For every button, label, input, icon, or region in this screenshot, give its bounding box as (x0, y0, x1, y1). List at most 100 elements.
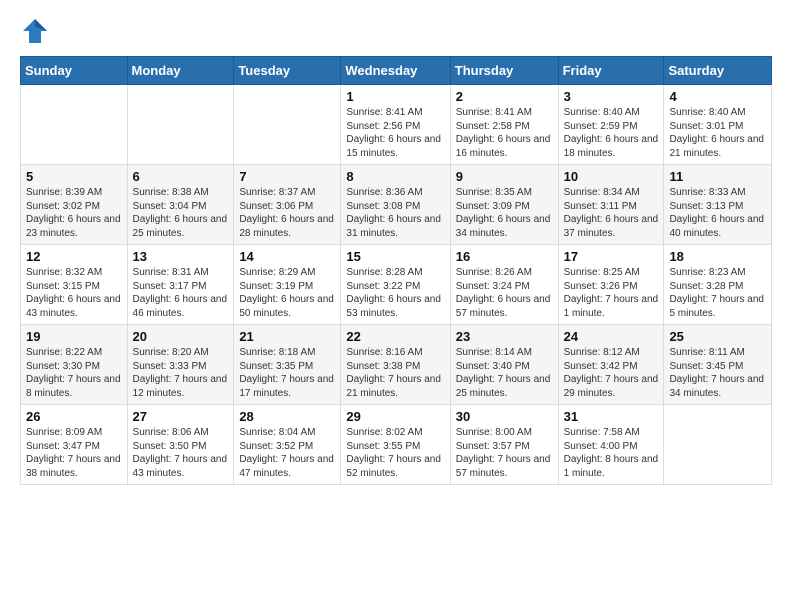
day-number: 28 (239, 409, 335, 424)
day-cell: 22 Sunrise: 8:16 AM Sunset: 3:38 PM Dayli… (341, 325, 450, 405)
day-info: Sunrise: 8:33 AM Sunset: 3:13 PM Dayligh… (669, 186, 766, 240)
day-info: Sunrise: 8:11 AM Sunset: 3:45 PM Dayligh… (669, 346, 766, 400)
day-cell: 10 Sunrise: 8:34 AM Sunset: 3:11 PM Dayli… (558, 165, 664, 245)
day-info: Sunrise: 8:23 AM Sunset: 3:28 PM Dayligh… (669, 266, 766, 320)
day-cell (664, 405, 772, 485)
day-number: 20 (133, 329, 229, 344)
day-number: 8 (346, 169, 444, 184)
day-info: Sunrise: 7:58 AM Sunset: 4:00 PM Dayligh… (564, 426, 659, 480)
day-info: Sunrise: 8:36 AM Sunset: 3:08 PM Dayligh… (346, 186, 444, 240)
day-info: Sunrise: 8:18 AM Sunset: 3:35 PM Dayligh… (239, 346, 335, 400)
day-cell: 15 Sunrise: 8:28 AM Sunset: 3:22 PM Dayli… (341, 245, 450, 325)
day-info: Sunrise: 8:00 AM Sunset: 3:57 PM Dayligh… (456, 426, 553, 480)
day-number: 23 (456, 329, 553, 344)
day-cell: 7 Sunrise: 8:37 AM Sunset: 3:06 PM Daylig… (234, 165, 341, 245)
day-info: Sunrise: 8:34 AM Sunset: 3:11 PM Dayligh… (564, 186, 659, 240)
day-info: Sunrise: 8:40 AM Sunset: 2:59 PM Dayligh… (564, 106, 659, 160)
day-cell: 29 Sunrise: 8:02 AM Sunset: 3:55 PM Dayli… (341, 405, 450, 485)
day-cell: 3 Sunrise: 8:40 AM Sunset: 2:59 PM Daylig… (558, 85, 664, 165)
day-cell: 17 Sunrise: 8:25 AM Sunset: 3:26 PM Dayli… (558, 245, 664, 325)
day-number: 15 (346, 249, 444, 264)
weekday-header-sunday: Sunday (21, 57, 128, 85)
day-cell: 14Sunrise: 8:29 AM Sunset: 3:19 PM Dayli… (234, 245, 341, 325)
day-number: 11 (669, 169, 766, 184)
header (20, 16, 772, 46)
day-info: Sunrise: 8:20 AM Sunset: 3:33 PM Dayligh… (133, 346, 229, 400)
day-info: Sunrise: 8:12 AM Sunset: 3:42 PM Dayligh… (564, 346, 659, 400)
day-cell: 8 Sunrise: 8:36 AM Sunset: 3:08 PM Daylig… (341, 165, 450, 245)
day-info: Sunrise: 8:16 AM Sunset: 3:38 PM Dayligh… (346, 346, 444, 400)
day-cell: 12Sunrise: 8:32 AM Sunset: 3:15 PM Dayli… (21, 245, 128, 325)
day-number: 13 (133, 249, 229, 264)
day-cell: 30 Sunrise: 8:00 AM Sunset: 3:57 PM Dayli… (450, 405, 558, 485)
day-cell: 23 Sunrise: 8:14 AM Sunset: 3:40 PM Dayli… (450, 325, 558, 405)
day-number: 5 (26, 169, 122, 184)
logo-icon (20, 16, 50, 46)
day-cell: 4Sunrise: 8:40 AM Sunset: 3:01 PM Daylig… (664, 85, 772, 165)
day-info: Sunrise: 8:22 AM Sunset: 3:30 PM Dayligh… (26, 346, 122, 400)
week-row-1: 1 Sunrise: 8:41 AM Sunset: 2:56 PM Daylig… (21, 85, 772, 165)
day-info: Sunrise: 8:14 AM Sunset: 3:40 PM Dayligh… (456, 346, 553, 400)
weekday-header-friday: Friday (558, 57, 664, 85)
day-cell: 5Sunrise: 8:39 AM Sunset: 3:02 PM Daylig… (21, 165, 128, 245)
day-cell: 26 Sunrise: 8:09 AM Sunset: 3:47 PM Dayli… (21, 405, 128, 485)
logo (20, 16, 54, 46)
week-row-5: 26 Sunrise: 8:09 AM Sunset: 3:47 PM Dayli… (21, 405, 772, 485)
day-cell: 9 Sunrise: 8:35 AM Sunset: 3:09 PM Daylig… (450, 165, 558, 245)
day-info: Sunrise: 8:26 AM Sunset: 3:24 PM Dayligh… (456, 266, 553, 320)
page: SundayMondayTuesdayWednesdayThursdayFrid… (0, 0, 792, 501)
week-row-2: 5Sunrise: 8:39 AM Sunset: 3:02 PM Daylig… (21, 165, 772, 245)
day-number: 2 (456, 89, 553, 104)
day-number: 16 (456, 249, 553, 264)
day-info: Sunrise: 8:09 AM Sunset: 3:47 PM Dayligh… (26, 426, 122, 480)
day-info: Sunrise: 8:38 AM Sunset: 3:04 PM Dayligh… (133, 186, 229, 240)
week-row-4: 19 Sunrise: 8:22 AM Sunset: 3:30 PM Dayli… (21, 325, 772, 405)
day-cell: 6Sunrise: 8:38 AM Sunset: 3:04 PM Daylig… (127, 165, 234, 245)
day-cell: 28Sunrise: 8:04 AM Sunset: 3:52 PM Dayli… (234, 405, 341, 485)
day-info: Sunrise: 8:37 AM Sunset: 3:06 PM Dayligh… (239, 186, 335, 240)
day-cell: 11 Sunrise: 8:33 AM Sunset: 3:13 PM Dayli… (664, 165, 772, 245)
day-number: 22 (346, 329, 444, 344)
day-info: Sunrise: 8:28 AM Sunset: 3:22 PM Dayligh… (346, 266, 444, 320)
day-cell: 25Sunrise: 8:11 AM Sunset: 3:45 PM Dayli… (664, 325, 772, 405)
weekday-header-wednesday: Wednesday (341, 57, 450, 85)
day-number: 24 (564, 329, 659, 344)
day-info: Sunrise: 8:35 AM Sunset: 3:09 PM Dayligh… (456, 186, 553, 240)
day-cell: 16 Sunrise: 8:26 AM Sunset: 3:24 PM Dayli… (450, 245, 558, 325)
day-info: Sunrise: 8:31 AM Sunset: 3:17 PM Dayligh… (133, 266, 229, 320)
weekday-header-row: SundayMondayTuesdayWednesdayThursdayFrid… (21, 57, 772, 85)
weekday-header-monday: Monday (127, 57, 234, 85)
day-cell (234, 85, 341, 165)
day-info: Sunrise: 8:25 AM Sunset: 3:26 PM Dayligh… (564, 266, 659, 320)
day-number: 19 (26, 329, 122, 344)
day-cell: 24 Sunrise: 8:12 AM Sunset: 3:42 PM Dayli… (558, 325, 664, 405)
day-number: 4 (669, 89, 766, 104)
day-number: 10 (564, 169, 659, 184)
day-number: 31 (564, 409, 659, 424)
day-cell: 21Sunrise: 8:18 AM Sunset: 3:35 PM Dayli… (234, 325, 341, 405)
day-cell: 20 Sunrise: 8:20 AM Sunset: 3:33 PM Dayli… (127, 325, 234, 405)
weekday-header-thursday: Thursday (450, 57, 558, 85)
day-number: 18 (669, 249, 766, 264)
week-row-3: 12Sunrise: 8:32 AM Sunset: 3:15 PM Dayli… (21, 245, 772, 325)
day-number: 30 (456, 409, 553, 424)
day-cell: 27Sunrise: 8:06 AM Sunset: 3:50 PM Dayli… (127, 405, 234, 485)
day-number: 14 (239, 249, 335, 264)
day-cell (21, 85, 128, 165)
day-number: 26 (26, 409, 122, 424)
day-info: Sunrise: 8:02 AM Sunset: 3:55 PM Dayligh… (346, 426, 444, 480)
day-info: Sunrise: 8:41 AM Sunset: 2:56 PM Dayligh… (346, 106, 444, 160)
day-number: 1 (346, 89, 444, 104)
day-number: 29 (346, 409, 444, 424)
day-number: 12 (26, 249, 122, 264)
day-cell: 31 Sunrise: 7:58 AM Sunset: 4:00 PM Dayli… (558, 405, 664, 485)
day-cell: 1 Sunrise: 8:41 AM Sunset: 2:56 PM Daylig… (341, 85, 450, 165)
day-cell: 13 Sunrise: 8:31 AM Sunset: 3:17 PM Dayli… (127, 245, 234, 325)
day-number: 3 (564, 89, 659, 104)
day-cell: 2 Sunrise: 8:41 AM Sunset: 2:58 PM Daylig… (450, 85, 558, 165)
day-info: Sunrise: 8:41 AM Sunset: 2:58 PM Dayligh… (456, 106, 553, 160)
day-number: 17 (564, 249, 659, 264)
day-number: 9 (456, 169, 553, 184)
day-number: 7 (239, 169, 335, 184)
calendar: SundayMondayTuesdayWednesdayThursdayFrid… (20, 56, 772, 485)
